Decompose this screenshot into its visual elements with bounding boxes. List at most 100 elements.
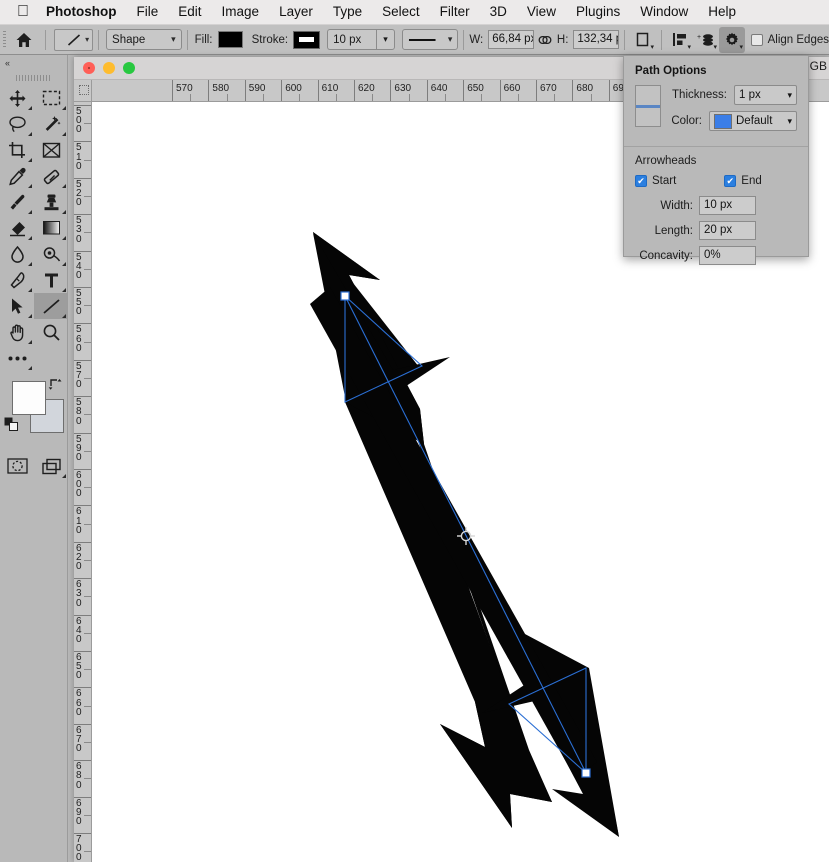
path-alignment-icon[interactable]: ▾ (667, 27, 693, 53)
ruler-minor-tick (481, 94, 483, 101)
link-chain-icon[interactable] (534, 27, 557, 53)
ruler-minor-tick (84, 523, 91, 525)
menu-item-3d[interactable]: 3D (480, 2, 517, 22)
path-selection-tool[interactable] (0, 293, 34, 319)
magnifier-icon (43, 324, 60, 341)
menu-item-view[interactable]: View (517, 2, 566, 22)
screen-mode-button[interactable] (34, 453, 68, 479)
menu-item-help[interactable]: Help (698, 2, 746, 22)
dodge-tool[interactable] (34, 241, 68, 267)
color-select[interactable]: Default ▾ (709, 111, 797, 131)
macos-menu-bar:  Photoshop File Edit Image Layer Type S… (0, 0, 829, 25)
tool-preset-picker[interactable]: ▾ (54, 28, 94, 51)
height-input[interactable]: 132,34 p (573, 30, 619, 49)
path-options-popover: Path Options Thickness: 1 px ▾ Color: De… (623, 55, 809, 265)
arrowhead-width-input[interactable]: 10 px (699, 196, 756, 215)
type-tool[interactable] (34, 267, 68, 293)
quick-mask-button[interactable] (0, 453, 34, 479)
zoom-tool[interactable] (34, 319, 68, 345)
flyout-triangle-icon (62, 210, 66, 214)
lasso-tool[interactable] (0, 111, 34, 137)
ruler-minor-tick (263, 94, 264, 101)
hand-tool[interactable] (0, 319, 34, 345)
menu-item-select[interactable]: Select (372, 2, 430, 22)
brush-icon (10, 194, 24, 210)
vertical-ruler[interactable]: 500 510 520 530 540 550 560 570 580 590 600 610 620 6… (74, 102, 92, 862)
menu-item-filter[interactable]: Filter (430, 2, 480, 22)
ruler-corner[interactable] (74, 80, 92, 102)
pen-tool[interactable] (0, 267, 34, 293)
line-tool[interactable] (34, 293, 68, 319)
brush-tool[interactable] (0, 189, 34, 215)
apple-logo-icon[interactable]:  (10, 4, 36, 20)
ellipsis-icon (8, 356, 26, 360)
arrowhead-end-checkbox[interactable] (724, 175, 737, 187)
width-label: W: (469, 33, 484, 46)
tools-panel: « (0, 55, 68, 862)
marquee-tool[interactable] (34, 85, 68, 111)
menu-item-type[interactable]: Type (323, 2, 372, 22)
ruler-tick-label: 590 (76, 433, 82, 463)
object-selection-tool[interactable] (34, 111, 68, 137)
edit-toolbar-button[interactable] (0, 345, 34, 371)
frame-tool[interactable] (34, 137, 68, 163)
minimize-traffic-light[interactable] (103, 62, 115, 74)
eyedropper-icon (8, 167, 26, 185)
path-color-chip[interactable] (714, 113, 732, 129)
gradient-tool[interactable] (34, 215, 68, 241)
menu-item-plugins[interactable]: Plugins (566, 2, 630, 22)
fill-color-swatch[interactable] (217, 31, 243, 48)
ruler-tick-label: 640 (76, 615, 82, 645)
color-value: Default (736, 115, 773, 127)
menu-item-layer[interactable]: Layer (269, 2, 323, 22)
clone-stamp-tool[interactable] (34, 189, 68, 215)
maximize-traffic-light[interactable] (123, 62, 135, 74)
menu-item-image[interactable]: Image (212, 2, 270, 22)
arrowhead-end-label: End (741, 175, 762, 187)
separator (463, 29, 465, 50)
separator (44, 29, 46, 50)
foreground-color-swatch[interactable] (12, 381, 46, 415)
ruler-tick-label: 620 (76, 542, 82, 573)
ruler-tick-label: 650 (467, 83, 484, 94)
menu-item-edit[interactable]: Edit (168, 2, 211, 22)
ruler-minor-tick (84, 196, 91, 197)
close-traffic-light[interactable] (83, 62, 95, 74)
gear-icon[interactable]: ▾ (718, 26, 745, 53)
align-edges-checkbox[interactable] (750, 33, 763, 46)
blur-tool[interactable] (0, 241, 34, 267)
path-arrow-icon (11, 298, 23, 314)
tool-grid (0, 85, 68, 371)
ruler-minor-tick (84, 341, 91, 343)
drag-handle-icon[interactable] (0, 71, 67, 85)
menu-item-file[interactable]: File (127, 2, 169, 22)
options-bar-drag-handle[interactable] (0, 25, 9, 55)
arrowhead-length-input[interactable]: 20 px (699, 221, 756, 240)
width-input[interactable]: 66,84 px (488, 30, 534, 49)
path-operations-icon[interactable]: ▾ (630, 27, 656, 53)
stroke-style-select[interactable]: ▾ (402, 29, 459, 50)
collapse-chevrons-icon[interactable]: « (0, 55, 67, 71)
eraser-tool[interactable] (0, 215, 34, 241)
arrowhead-start-checkbox[interactable] (635, 175, 647, 187)
menu-item-photoshop[interactable]: Photoshop (36, 2, 127, 22)
healing-brush-tool[interactable] (34, 163, 68, 189)
default-colors-icon[interactable] (4, 417, 18, 431)
thickness-select[interactable]: 1 px ▾ (734, 85, 797, 105)
ruler-minor-tick (372, 94, 374, 101)
eyedropper-tool[interactable] (0, 163, 34, 189)
stroke-color-swatch[interactable] (293, 30, 321, 49)
stroke-width-field[interactable]: 10 px (327, 29, 376, 50)
path-arrangement-icon[interactable]: + ▾ (693, 27, 719, 53)
arrowhead-concavity-input[interactable]: 0% (699, 246, 756, 265)
tool-mode-select[interactable]: Shape ▾ (106, 29, 182, 50)
menu-item-window[interactable]: Window (630, 2, 698, 22)
crop-tool[interactable] (0, 137, 34, 163)
ruler-minor-tick (335, 94, 337, 101)
stroke-width-dropdown[interactable]: ▾ (375, 29, 396, 50)
swap-arrows-icon[interactable] (48, 377, 63, 392)
ruler-tick-label: 620 (358, 83, 375, 94)
move-tool[interactable] (0, 85, 34, 111)
ruler-minor-tick (84, 705, 91, 707)
home-icon[interactable] (9, 25, 40, 55)
